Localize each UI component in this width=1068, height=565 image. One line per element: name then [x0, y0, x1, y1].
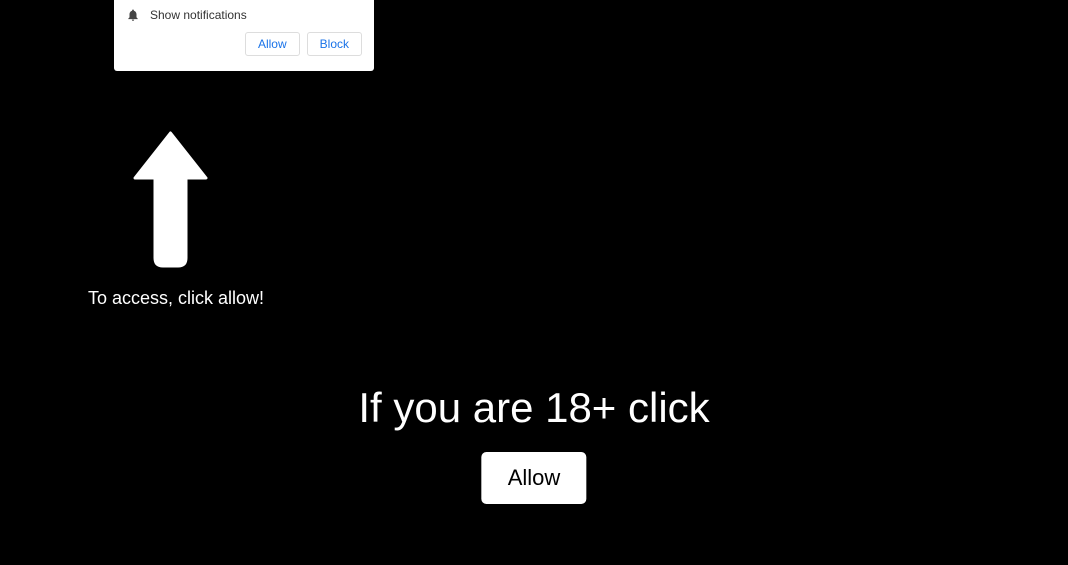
age-gate-heading: If you are 18+ click: [358, 384, 709, 432]
age-gate-allow-button[interactable]: Allow: [482, 452, 587, 504]
age-gate-content: If you are 18+ click Allow: [358, 384, 709, 504]
notification-text: Show notifications: [150, 8, 247, 22]
notification-buttons: Allow Block: [126, 32, 362, 56]
bell-icon: [126, 8, 140, 22]
notification-allow-button[interactable]: Allow: [245, 32, 300, 56]
browser-notification-popup: Show notifications Allow Block: [114, 0, 374, 71]
arrow-up-icon: [128, 128, 213, 268]
notification-header: Show notifications: [126, 8, 362, 22]
access-instruction-text: To access, click allow!: [88, 288, 264, 309]
notification-block-button[interactable]: Block: [307, 32, 362, 56]
